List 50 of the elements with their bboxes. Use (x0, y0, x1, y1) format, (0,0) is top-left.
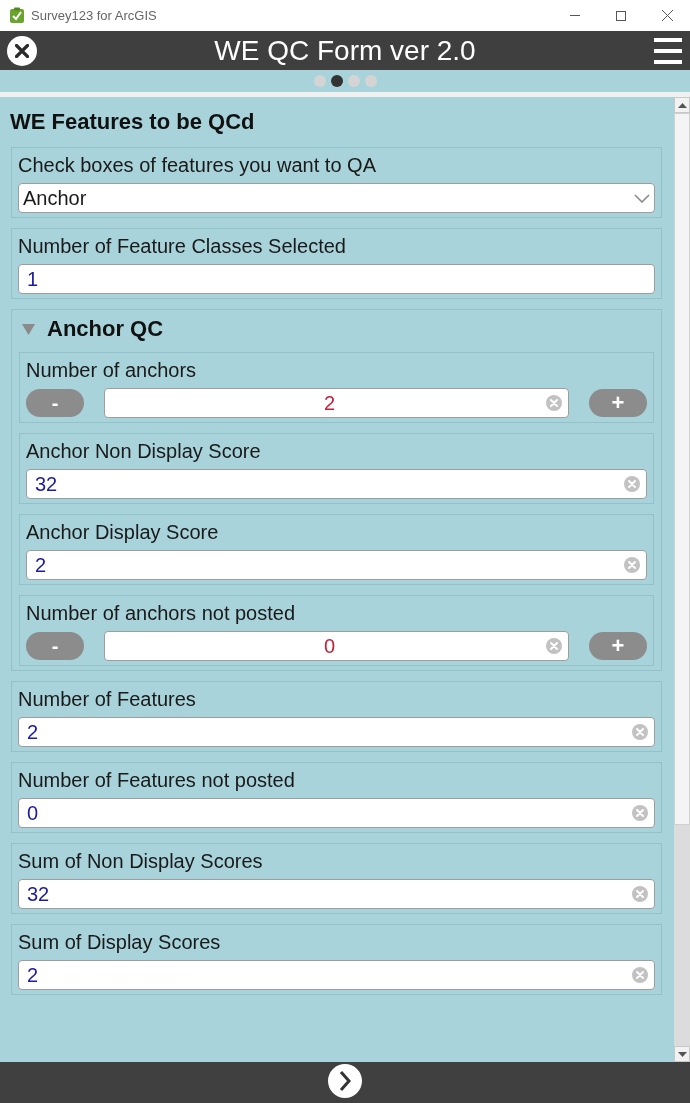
close-form-button[interactable] (7, 36, 37, 66)
input-field[interactable]: 2 (18, 717, 655, 747)
menu-button[interactable] (654, 37, 682, 64)
question-label: Number of anchors (26, 358, 198, 382)
down-triangle-icon (677, 1051, 687, 1057)
next-page-button[interactable] (328, 1064, 362, 1098)
close-icon (15, 44, 29, 58)
dropdown-field[interactable]: Anchor (18, 183, 655, 213)
clear-icon[interactable] (632, 886, 648, 902)
clear-icon[interactable] (624, 557, 640, 573)
group-title: Anchor QC (47, 316, 164, 342)
input-field[interactable]: 2 (26, 550, 647, 580)
window-title: Survey123 for ArcGIS (31, 6, 158, 25)
clear-icon[interactable] (546, 638, 562, 654)
question-label: Number of Feature Classes Selected (18, 234, 347, 258)
chevron-down-icon[interactable] (634, 193, 650, 203)
scrollbar[interactable] (674, 97, 690, 1062)
question-label: Number of anchors not posted (26, 601, 297, 625)
collapse-triangle-icon[interactable] (22, 322, 35, 336)
question-label: Anchor Non Display Score (26, 439, 262, 463)
chevron-right-icon (339, 1070, 351, 1092)
scroll-thumb[interactable] (674, 113, 690, 825)
scroll-down-button[interactable] (674, 1046, 690, 1062)
clear-icon[interactable] (632, 724, 648, 740)
question-label: Anchor Display Score (26, 520, 220, 544)
input-field[interactable]: 2 (18, 960, 655, 990)
form-heading: WE Features to be QCd (10, 108, 256, 136)
up-triangle-icon (677, 102, 687, 108)
maximize-icon (616, 10, 626, 21)
input-field[interactable]: 2 (104, 388, 569, 418)
input-field[interactable]: 32 (18, 879, 655, 909)
app-logo-icon (9, 7, 25, 24)
question-label: Sum of Display Scores (18, 930, 222, 954)
question-label: Check boxes of features you want to QA (18, 153, 377, 177)
scroll-up-button[interactable] (674, 97, 690, 113)
input-field[interactable]: 1 (18, 264, 655, 294)
clear-icon[interactable] (624, 476, 640, 492)
question-label: Sum of Non Display Scores (18, 849, 264, 873)
menu-icon (654, 37, 682, 64)
input-field[interactable]: 0 (18, 798, 655, 828)
clear-icon[interactable] (632, 967, 648, 983)
close-icon (661, 10, 673, 21)
question-label: Number of Features (18, 687, 197, 711)
clear-icon[interactable] (546, 395, 562, 411)
question-label: Number of Features not posted (18, 768, 296, 792)
form-title: WE QC Form ver 2.0 (214, 33, 476, 68)
clear-icon[interactable] (632, 805, 648, 821)
minimize-icon (570, 15, 580, 16)
input-field[interactable]: 0 (104, 631, 569, 661)
input-field[interactable]: 32 (26, 469, 647, 499)
